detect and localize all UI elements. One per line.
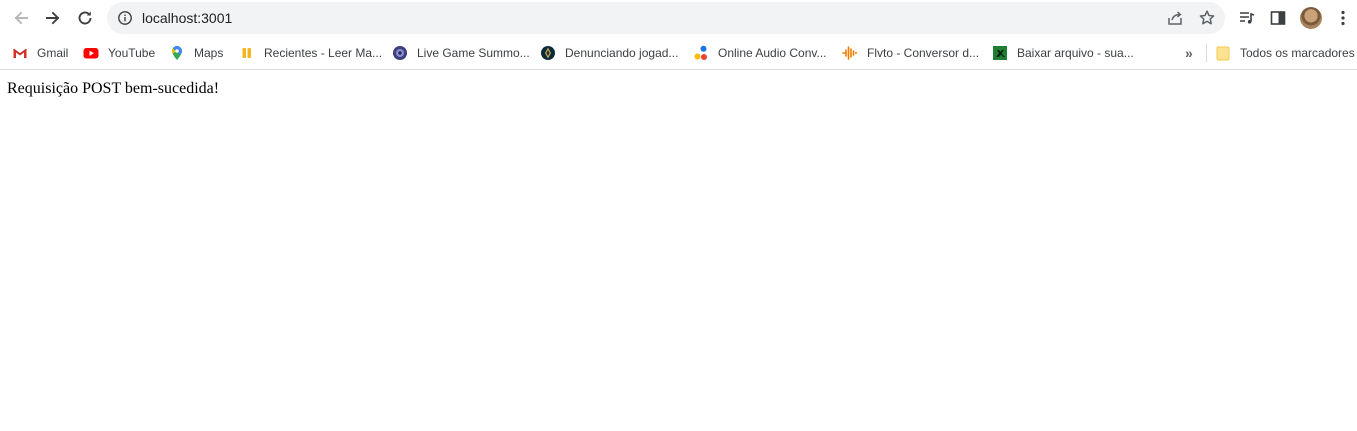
address-bar[interactable]: localhost:3001 — [107, 2, 1225, 34]
bookmark-label: Flvto - Conversor d... — [867, 46, 980, 60]
browser-menu-button[interactable] — [1333, 8, 1353, 28]
bookmark-label: Gmail — [37, 46, 69, 60]
maps-icon — [169, 45, 185, 61]
bookmark-label: Baixar arquivo - sua... — [1017, 46, 1134, 60]
bookmark-label: Recientes - Leer Ma... — [264, 46, 383, 60]
forward-button[interactable] — [39, 4, 67, 32]
site-info-icon[interactable] — [117, 10, 133, 26]
gmail-icon — [12, 45, 28, 61]
browser-toolbar: localhost:3001 — [0, 0, 1357, 36]
star-icon[interactable] — [1198, 9, 1216, 27]
back-button[interactable] — [7, 4, 35, 32]
side-panel-icon — [1270, 11, 1286, 25]
bookmark-label: Maps — [194, 46, 224, 60]
bookmark-favicon-icon — [239, 45, 255, 61]
bookmarks-divider — [1206, 44, 1207, 62]
bookmark-recientes[interactable]: Recientes - Leer Ma... — [239, 44, 382, 62]
bookmark-youtube[interactable]: YouTube — [83, 44, 155, 62]
bookmark-label: Denunciando jogad... — [565, 46, 679, 60]
more-vertical-icon — [1341, 10, 1345, 26]
bookmark-gmail[interactable]: Gmail — [12, 44, 68, 62]
bookmark-label: YouTube — [108, 46, 156, 60]
chevron-double-right-icon: » — [1185, 45, 1193, 61]
bookmark-favicon-icon — [992, 45, 1008, 61]
all-bookmarks-folder[interactable]: Todos os marcadores — [1215, 44, 1355, 62]
reload-button[interactable] — [71, 4, 99, 32]
folder-icon — [1215, 45, 1231, 61]
share-icon[interactable] — [1166, 9, 1184, 27]
bookmark-favicon-icon — [842, 45, 858, 61]
bookmarks-bar: Gmail YouTube Maps Recientes - Leer Ma..… — [0, 36, 1357, 70]
bookmark-label: Online Audio Conv... — [718, 46, 827, 60]
bookmark-online-audio[interactable]: Online Audio Conv... — [693, 44, 827, 62]
bookmark-baixar-arquivo[interactable]: Baixar arquivo - sua... — [992, 44, 1134, 62]
reading-list-button[interactable] — [1237, 8, 1257, 28]
reload-icon — [78, 11, 92, 25]
profile-avatar[interactable] — [1300, 7, 1322, 29]
arrow-right-icon — [46, 11, 60, 25]
arrow-left-icon — [14, 11, 28, 25]
bookmark-label: Live Game Summo... — [417, 46, 530, 60]
bookmark-live-game[interactable]: Live Game Summo... — [392, 44, 530, 62]
youtube-icon — [83, 45, 99, 61]
bookmark-favicon-icon — [540, 45, 556, 61]
bookmark-maps[interactable]: Maps — [169, 44, 223, 62]
bookmark-favicon-icon — [392, 45, 408, 61]
media-list-icon — [1240, 12, 1255, 24]
url-text: localhost:3001 — [142, 10, 233, 26]
bookmark-denunciando[interactable]: Denunciando jogad... — [540, 44, 678, 62]
bookmark-label: Todos os marcadores — [1240, 46, 1355, 60]
side-panel-button[interactable] — [1268, 8, 1288, 28]
bookmark-flvto[interactable]: Flvto - Conversor d... — [842, 44, 979, 62]
bookmarks-overflow-button[interactable]: » — [1185, 44, 1193, 62]
bookmark-favicon-icon — [693, 45, 709, 61]
response-message: Requisição POST bem-sucedida! — [7, 80, 220, 97]
